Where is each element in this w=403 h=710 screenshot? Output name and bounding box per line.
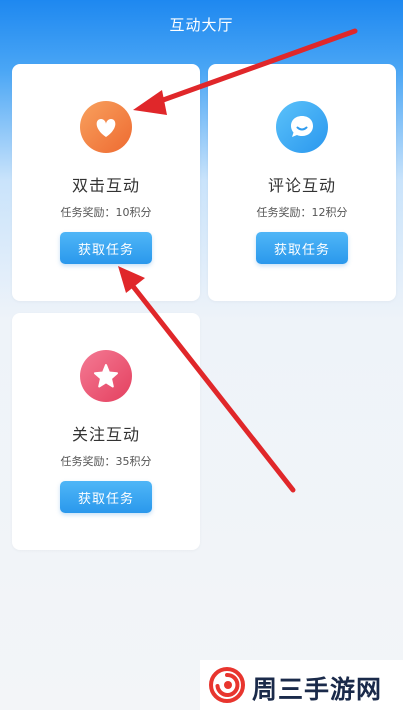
watermark: 周三手游网 (200, 660, 403, 710)
swirl-logo-icon (209, 667, 245, 703)
get-task-button[interactable]: 获取任务 (60, 232, 152, 264)
card-title: 关注互动 (71, 425, 140, 444)
page-title: 互动大厅 (169, 16, 234, 34)
heart-icon (80, 101, 132, 153)
get-task-button[interactable]: 获取任务 (256, 232, 348, 264)
card-title: 双击互动 (71, 176, 140, 195)
card-reward: 任务奖励：35积分 (60, 455, 152, 468)
task-card-follow: 关注互动 任务奖励：35积分 获取任务 (12, 313, 200, 550)
card-title: 评论互动 (267, 176, 336, 195)
card-reward: 任务奖励：10积分 (60, 206, 152, 219)
card-reward: 任务奖励：12积分 (256, 206, 348, 219)
task-card-comment: 评论互动 任务奖励：12积分 获取任务 (208, 64, 396, 301)
task-card-double-tap: 双击互动 任务奖励：10积分 获取任务 (12, 64, 200, 301)
comment-icon (276, 101, 328, 153)
watermark-text: 周三手游网 (252, 675, 383, 704)
get-task-button[interactable]: 获取任务 (60, 481, 152, 513)
star-icon (80, 350, 132, 402)
